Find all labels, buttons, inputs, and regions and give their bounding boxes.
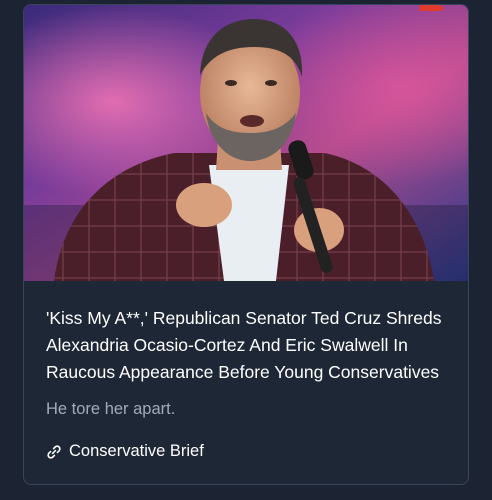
photo-thumbnail xyxy=(24,5,468,281)
article-thumbnail[interactable] xyxy=(24,5,468,281)
source-link[interactable]: Conservative Brief xyxy=(46,442,204,461)
article-card[interactable]: 'Kiss My A**,' Republican Senator Ted Cr… xyxy=(23,4,469,485)
article-description: He tore her apart. xyxy=(46,400,176,418)
article-title[interactable]: 'Kiss My A**,' Republican Senator Ted Cr… xyxy=(46,305,450,386)
link-icon xyxy=(46,444,62,460)
source-name: Conservative Brief xyxy=(69,442,204,460)
